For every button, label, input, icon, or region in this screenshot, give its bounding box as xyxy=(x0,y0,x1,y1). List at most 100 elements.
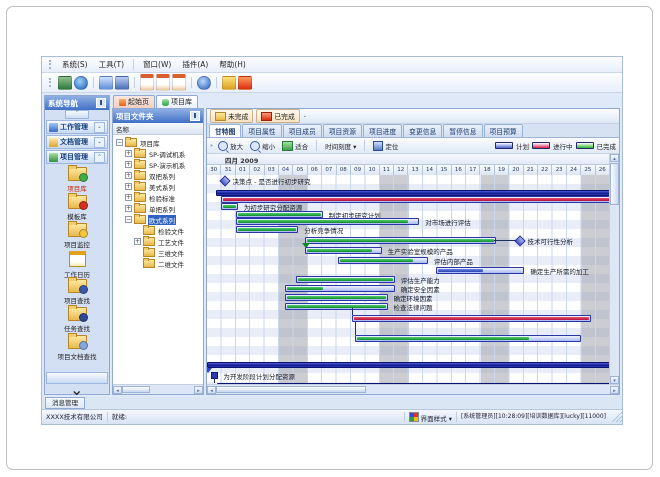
gantt-tab-5[interactable]: 变更信息 xyxy=(403,124,442,137)
task-bar-4[interactable] xyxy=(236,211,323,218)
filter-overflow-chevron[interactable]: ⌄ xyxy=(303,113,307,119)
folder-save-icon[interactable] xyxy=(115,76,129,90)
tab-message-management[interactable]: 消息管理 xyxy=(45,397,85,409)
calendar-delete-icon[interactable] xyxy=(172,74,186,91)
task-bar-9[interactable] xyxy=(338,257,428,264)
pin-icon[interactable] xyxy=(190,111,200,121)
sidebar-section-2[interactable]: 项目管理⌃ xyxy=(46,150,108,164)
menu-item-1[interactable]: 工具(T) xyxy=(94,59,129,70)
sidebar-section-0[interactable]: 工作管理⌄ xyxy=(46,120,108,134)
page-tab-1[interactable]: 项目库 xyxy=(156,95,198,108)
expand-icon[interactable]: + xyxy=(125,172,132,179)
collapse-icon[interactable]: − xyxy=(116,139,123,146)
gantt-tab-2[interactable]: 项目成员 xyxy=(283,124,322,137)
exit-icon[interactable] xyxy=(238,76,252,90)
tree-node-4[interactable]: +美式系列 xyxy=(113,181,203,192)
tree-node-3[interactable]: +双把系列 xyxy=(113,170,203,181)
resize-grip[interactable] xyxy=(612,412,622,422)
gantt-tab-4[interactable]: 项目进度 xyxy=(363,124,402,137)
gantt-tab-3[interactable]: 项目资源 xyxy=(323,124,362,137)
tree-node-6[interactable]: +单把系列 xyxy=(113,203,203,214)
expand-icon[interactable]: + xyxy=(125,161,132,168)
gantt-toolbar-zoom-out[interactable]: 缩小 xyxy=(248,140,277,152)
scroll-left-icon[interactable]: ◂ xyxy=(113,386,122,394)
vertical-scrollbar[interactable]: ▴ ▾ xyxy=(609,154,619,384)
tree-node-11[interactable]: 二维文件 xyxy=(113,258,203,269)
calendar-edit-icon[interactable] xyxy=(156,74,170,91)
gantt-tab-0[interactable]: 甘特图 xyxy=(209,124,241,137)
sidebar-item-2[interactable]: 项目监控 xyxy=(64,223,90,251)
chevron-up-icon[interactable]: ⌃ xyxy=(94,152,105,163)
folder-open-icon[interactable] xyxy=(99,76,113,90)
task-bar-7[interactable] xyxy=(305,237,496,244)
scroll-thumb[interactable] xyxy=(216,386,366,393)
calendar-new-icon[interactable] xyxy=(140,74,154,91)
sidebar-item-4[interactable]: 项目查找 xyxy=(64,279,90,307)
toolbar-grip[interactable] xyxy=(49,60,53,69)
sidebar-section-1[interactable]: 文档管理⌄ xyxy=(46,135,108,149)
scroll-thumb[interactable] xyxy=(122,386,150,393)
gantt-tab-7[interactable]: 项目预算 xyxy=(484,124,523,137)
sidebar-item-6[interactable]: 项目文档查找 xyxy=(58,335,97,363)
task-bar-8[interactable] xyxy=(305,247,382,254)
gantt-horizontal-scrollbar[interactable]: ◂ ▸ xyxy=(207,384,619,394)
task-bar-12[interactable] xyxy=(285,285,395,292)
sidebar-item-3[interactable]: 工作日历 xyxy=(64,251,90,279)
filter-button-未完成[interactable]: 未完成 xyxy=(210,109,253,123)
lock-icon[interactable] xyxy=(222,76,236,90)
chevron-down-icon[interactable]: ⌄ xyxy=(94,122,105,133)
tree-node-7[interactable]: −欧式系列 xyxy=(113,214,203,225)
expand-icon[interactable]: + xyxy=(134,238,141,245)
menu-item-2[interactable]: 窗口(W) xyxy=(138,59,176,70)
task-bar-11[interactable] xyxy=(296,276,394,283)
scroll-right-icon[interactable]: ▸ xyxy=(610,386,619,394)
task-bar-15[interactable] xyxy=(352,315,590,322)
tree-node-5[interactable]: +检验标准 xyxy=(113,192,203,203)
tree-node-2[interactable]: +SP-演示机系 xyxy=(113,159,203,170)
sidebar-item-1[interactable]: 模板库 xyxy=(67,195,87,223)
collapse-up-button[interactable]: ⌃ xyxy=(65,110,89,119)
gantt-tab-1[interactable]: 项目属性 xyxy=(242,124,281,137)
gantt-toolbar-timescale[interactable]: 时间刻度 ▾ xyxy=(323,140,358,152)
expand-icon[interactable]: + xyxy=(125,205,132,212)
expand-icon[interactable]: + xyxy=(125,150,132,157)
task-bar-16[interactable] xyxy=(355,335,580,342)
task-bar-19[interactable] xyxy=(217,383,609,384)
globe-icon[interactable] xyxy=(74,76,88,90)
task-bar-6[interactable] xyxy=(236,226,298,233)
sidebar-item-5[interactable]: 任务查找 xyxy=(64,307,90,335)
tree-node-1[interactable]: +SP-调试机系 xyxy=(113,148,203,159)
tree-node-9[interactable]: +工艺文件 xyxy=(113,236,203,247)
expand-icon[interactable]: + xyxy=(125,194,132,201)
task-bar-10[interactable] xyxy=(436,267,524,274)
task-bar-17[interactable] xyxy=(207,362,609,368)
task-bar-14[interactable] xyxy=(285,303,388,310)
tree-horizontal-scrollbar[interactable]: ◂ ▸ xyxy=(113,384,203,394)
collapse-icon[interactable]: − xyxy=(125,216,132,223)
gantt-tab-6[interactable]: 暂停信息 xyxy=(443,124,482,137)
tree-node-8[interactable]: 检验文件 xyxy=(113,225,203,236)
tree-node-10[interactable]: 三维文件 xyxy=(113,247,203,258)
interface-style-button[interactable]: 界面样式 ▾ xyxy=(405,412,457,422)
toolbar-grip[interactable] xyxy=(49,78,53,87)
task-bar-13[interactable] xyxy=(285,294,388,301)
scroll-thumb[interactable] xyxy=(610,163,619,205)
pin-icon[interactable] xyxy=(96,98,106,108)
help-globe-icon[interactable] xyxy=(197,76,211,90)
menu-item-3[interactable]: 插件(A) xyxy=(177,59,213,70)
scroll-down-icon[interactable]: ▾ xyxy=(610,376,619,384)
task-bar-5[interactable] xyxy=(236,218,419,225)
menu-item-4[interactable]: 帮助(H) xyxy=(214,59,251,70)
filter-button-已完成[interactable]: 已完成 xyxy=(256,109,299,123)
task-bar-3[interactable] xyxy=(221,203,237,210)
gantt-toolbar-locate[interactable]: 定位 xyxy=(371,140,400,152)
expand-icon[interactable]: + xyxy=(125,183,132,190)
toolbar-overflow-icon[interactable]: » xyxy=(210,143,213,149)
scroll-left-icon[interactable]: ◂ xyxy=(207,386,216,394)
scroll-right-icon[interactable]: ▸ xyxy=(194,386,203,394)
page-tab-0[interactable]: 起始页 xyxy=(113,95,155,108)
gantt-toolbar-fit[interactable]: 适合 xyxy=(280,140,310,152)
scroll-up-icon[interactable]: ▴ xyxy=(610,154,619,162)
tree-node-0[interactable]: −项目库 xyxy=(113,137,203,148)
gantt-toolbar-zoom-in[interactable]: 放大 xyxy=(216,140,245,152)
